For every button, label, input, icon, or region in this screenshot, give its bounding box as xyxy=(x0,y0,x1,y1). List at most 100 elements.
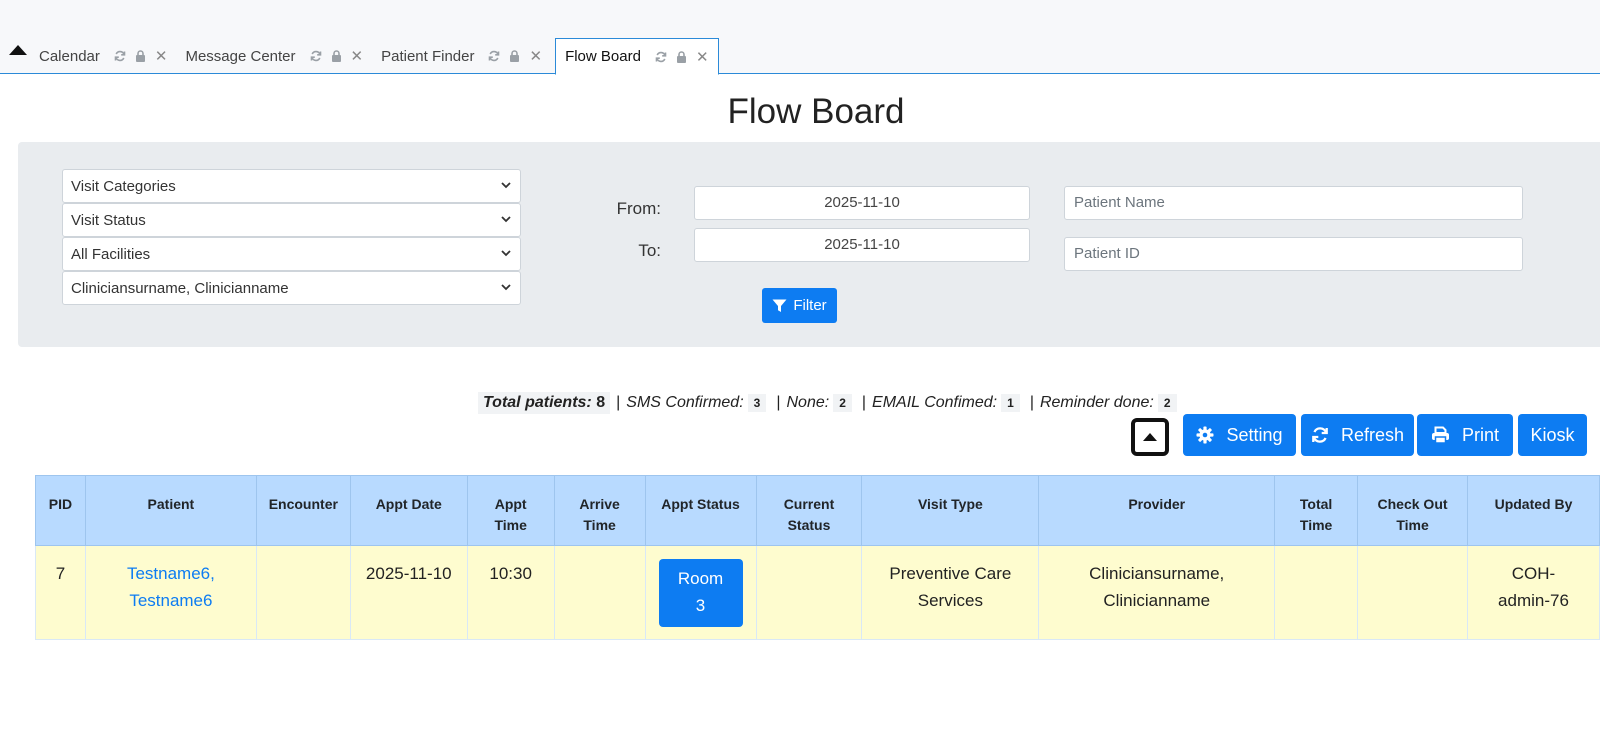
header-text: Current xyxy=(783,496,835,512)
appt-status-button[interactable]: Room 3 xyxy=(658,559,743,627)
close-icon[interactable]: ✕ xyxy=(696,48,709,66)
chevron-down-icon xyxy=(501,182,511,189)
collapse-caret-icon[interactable] xyxy=(9,45,27,55)
filter-button-label: Filter xyxy=(793,297,827,314)
visit-type-text: Preventive Care xyxy=(889,564,1012,583)
cell-pid: 7 xyxy=(35,545,86,640)
cell-current-status xyxy=(755,545,863,640)
updated-by-text: admin-76 xyxy=(1498,591,1569,610)
cell-arrive-time xyxy=(553,545,646,640)
col-header-arrive-time[interactable]: Arrive Time xyxy=(553,475,646,546)
from-date-input[interactable]: 2025-11-10 xyxy=(694,186,1030,220)
close-icon[interactable]: ✕ xyxy=(351,47,364,65)
refresh-icon[interactable] xyxy=(310,50,322,62)
tab-label: Patient Finder xyxy=(381,47,475,65)
col-header-appt-status[interactable]: Appt Status xyxy=(644,475,757,546)
kiosk-button[interactable]: Kiosk xyxy=(1518,414,1587,456)
col-header-patient[interactable]: Patient xyxy=(84,475,257,546)
none-count-badge: 2 xyxy=(833,394,852,412)
provider-select[interactable]: Cliniciansurname, Clinicianname xyxy=(62,271,521,305)
print-button[interactable]: Print xyxy=(1417,414,1513,456)
header-text: Appt Date xyxy=(375,496,442,512)
patient-link[interactable]: Testname6, Testname6 xyxy=(127,564,215,610)
tab-calendar[interactable]: Calendar ✕ xyxy=(30,38,176,74)
patient-name-part: Testname6 xyxy=(129,591,213,610)
refresh-button[interactable]: Refresh xyxy=(1301,414,1414,456)
provider-text: Cliniciansurname, xyxy=(1089,564,1225,583)
patient-id-input[interactable]: Patient ID xyxy=(1064,237,1523,271)
print-icon xyxy=(1431,426,1449,444)
header-text: Time xyxy=(1396,517,1429,533)
select-value: Visit Categories xyxy=(71,178,176,195)
tab-label: Flow Board xyxy=(565,48,641,65)
header-text: Appt xyxy=(494,496,527,512)
status-text: Room xyxy=(677,569,724,588)
col-header-total-time[interactable]: Total Time xyxy=(1274,475,1359,546)
header-text: PID xyxy=(48,496,73,512)
tab-flow-board[interactable]: Flow Board ✕ xyxy=(555,38,719,75)
cell-encounter xyxy=(255,545,351,640)
email-label: EMAIL Confimed: xyxy=(872,394,998,411)
cell-appt-date: 2025-11-10 xyxy=(349,545,468,640)
page-title: Flow Board xyxy=(727,92,905,131)
close-icon[interactable]: ✕ xyxy=(155,47,168,65)
header-text: Provider xyxy=(1128,496,1186,512)
print-label: Print xyxy=(1461,424,1499,445)
lock-icon[interactable] xyxy=(331,50,342,62)
lock-icon[interactable] xyxy=(509,50,520,62)
tab-message-center[interactable]: Message Center ✕ xyxy=(176,38,372,74)
tab-patient-finder[interactable]: Patient Finder ✕ xyxy=(372,38,551,74)
separator: | xyxy=(616,394,621,411)
status-text: 3 xyxy=(695,596,706,615)
filter-button[interactable]: Filter xyxy=(762,288,837,323)
chevron-down-icon xyxy=(501,284,511,291)
col-header-encounter[interactable]: Encounter xyxy=(255,475,351,546)
refresh-icon[interactable] xyxy=(488,50,500,62)
header-text: Time xyxy=(494,517,527,533)
col-header-pid[interactable]: PID xyxy=(35,475,86,546)
tab-list: Calendar ✕ Message Center ✕ Patient Find… xyxy=(30,38,719,75)
close-icon[interactable]: ✕ xyxy=(529,47,542,65)
patient-summary: Total patients: 8 | SMS Confirmed: 3 | N… xyxy=(478,392,1181,414)
col-header-current-status[interactable]: Current Status xyxy=(755,475,863,546)
refresh-icon xyxy=(1312,427,1328,443)
col-header-provider[interactable]: Provider xyxy=(1038,475,1276,546)
to-label: To: xyxy=(638,241,661,260)
sms-count-badge: 3 xyxy=(747,394,767,412)
total-label: Total patients: xyxy=(483,394,592,411)
flow-board-table: PID Patient Encounter Appt Date Appt Time… xyxy=(35,475,1600,640)
from-label: From: xyxy=(616,199,661,218)
col-header-appt-time[interactable]: Appt Time xyxy=(466,475,555,546)
header-text: Time xyxy=(583,517,616,533)
col-header-visit-type[interactable]: Visit Type xyxy=(861,475,1040,546)
email-count-badge: 1 xyxy=(1001,394,1020,412)
provider-text: Clinicianname xyxy=(1103,591,1211,610)
cell-visit-type: Preventive Care Services xyxy=(861,545,1040,640)
col-header-updated-by[interactable]: Updated By xyxy=(1466,475,1600,546)
header-text: Status xyxy=(787,517,831,533)
select-value: Cliniciansurname, Clinicianname xyxy=(71,280,289,297)
sms-label: SMS Confirmed: xyxy=(626,394,744,411)
table-row[interactable]: 7 Testname6, Testname6 2025-11-10 10:30 R… xyxy=(35,545,1600,640)
patient-name-part: Testname6, xyxy=(126,564,215,583)
refresh-icon[interactable] xyxy=(655,51,667,63)
to-date-input[interactable]: 2025-11-10 xyxy=(694,228,1030,262)
visit-categories-select[interactable]: Visit Categories xyxy=(62,169,521,203)
chevron-down-icon xyxy=(501,216,511,223)
cell-check-out-time xyxy=(1357,545,1468,640)
visit-status-select[interactable]: Visit Status xyxy=(62,203,521,237)
collapse-filters-button[interactable] xyxy=(1131,418,1169,456)
refresh-icon[interactable] xyxy=(114,50,126,62)
col-header-appt-date[interactable]: Appt Date xyxy=(349,475,468,546)
header-text: Total xyxy=(1299,496,1333,512)
lock-icon[interactable] xyxy=(135,50,146,62)
col-header-check-out-time[interactable]: Check Out Time xyxy=(1357,475,1468,546)
tab-label: Message Center xyxy=(185,47,296,65)
header-text: Patient xyxy=(147,496,195,512)
patient-name-input[interactable]: Patient Name xyxy=(1064,186,1523,220)
lock-icon[interactable] xyxy=(676,50,687,63)
facilities-select[interactable]: All Facilities xyxy=(62,237,521,271)
setting-button[interactable]: Setting xyxy=(1183,414,1296,456)
filter-icon xyxy=(772,299,787,312)
gear-icon xyxy=(1196,426,1214,444)
